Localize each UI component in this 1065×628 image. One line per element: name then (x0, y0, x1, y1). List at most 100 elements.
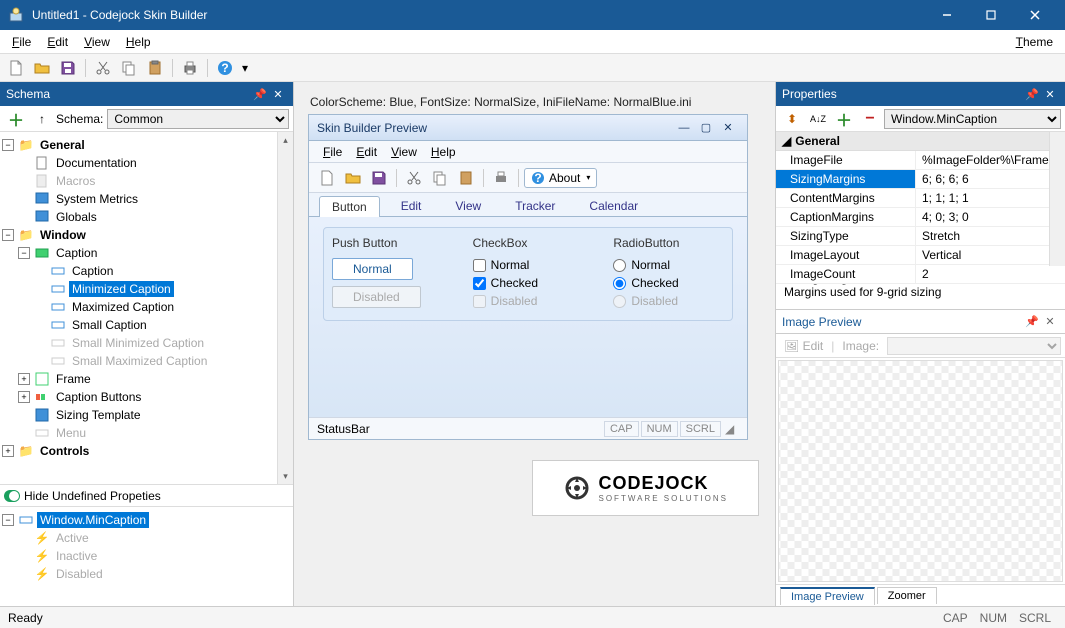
scroll-down-icon[interactable]: ▾ (278, 468, 293, 484)
tree-small-caption[interactable]: Small Caption (69, 317, 150, 333)
tree-minimized-caption[interactable]: Minimized Caption (69, 281, 174, 297)
state-disabled[interactable]: Disabled (53, 566, 106, 582)
tree-system-metrics[interactable]: System Metrics (53, 191, 141, 207)
tree-sizing-template[interactable]: Sizing Template (53, 407, 144, 423)
tab-tracker[interactable]: Tracker (502, 195, 568, 216)
preview-menu-edit[interactable]: Edit (350, 143, 383, 161)
menu-file[interactable]: File (4, 32, 39, 52)
tree-small-min-caption[interactable]: Small Minimized Caption (69, 335, 207, 351)
tree-globals[interactable]: Globals (53, 209, 100, 225)
preview-minimize-icon[interactable]: — (673, 122, 695, 134)
state-root[interactable]: Window.MinCaption (37, 512, 149, 528)
tab-zoomer[interactable]: Zoomer (877, 587, 937, 604)
preview-menu-help[interactable]: Help (425, 143, 462, 161)
sort-alpha-icon[interactable]: A↓Z (806, 108, 830, 130)
radio-checked[interactable]: Checked (613, 276, 724, 290)
preview-maximize-icon[interactable]: ▢ (695, 121, 717, 134)
cut-icon[interactable] (91, 57, 115, 79)
prop-sizingmargins-input[interactable] (922, 172, 1059, 186)
state-inactive[interactable]: Inactive (53, 548, 100, 564)
menu-help[interactable]: Help (118, 32, 159, 52)
normal-button[interactable]: Normal (332, 258, 413, 280)
help-icon[interactable]: ? (213, 57, 237, 79)
tree-general[interactable]: General (37, 137, 88, 153)
preview-menu-view[interactable]: View (385, 143, 423, 161)
paste-icon[interactable] (143, 57, 167, 79)
expander-icon[interactable]: + (18, 391, 30, 403)
copy-icon[interactable] (117, 57, 141, 79)
group-general[interactable]: ◢General (776, 132, 1065, 151)
tab-image-preview[interactable]: Image Preview (780, 587, 875, 605)
minimize-button[interactable] (925, 0, 969, 30)
maximize-button[interactable] (969, 0, 1013, 30)
open-folder-icon[interactable] (30, 57, 54, 79)
prop-imagefile-val[interactable]: %ImageFolder%\Frame (916, 151, 1065, 169)
tab-calendar[interactable]: Calendar (576, 195, 651, 216)
scrollbar[interactable]: ▴ ▾ (277, 132, 293, 484)
tab-view[interactable]: View (442, 195, 494, 216)
pin-icon[interactable]: 📌 (251, 85, 269, 103)
prop-captionmargins-val[interactable]: 4; 0; 3; 0 (916, 208, 1065, 226)
preview-paste-icon[interactable] (454, 167, 478, 189)
new-file-icon[interactable] (4, 57, 28, 79)
image-select[interactable] (887, 337, 1061, 355)
menu-theme[interactable]: Theme (1008, 32, 1061, 52)
expander-icon[interactable]: − (2, 514, 14, 526)
expander-icon[interactable]: − (18, 247, 30, 259)
scroll-up-icon[interactable]: ▴ (278, 132, 293, 148)
remove-prop-icon[interactable]: − (858, 108, 882, 130)
tree-small-max-caption[interactable]: Small Maximized Caption (69, 353, 210, 369)
add-prop-icon[interactable]: ＋ (832, 108, 856, 130)
prop-imagelayout-val[interactable]: Vertical (916, 246, 1065, 264)
tree-frame[interactable]: Frame (53, 371, 94, 387)
preview-new-icon[interactable] (315, 167, 339, 189)
pin-icon[interactable]: 📌 (1023, 313, 1041, 331)
schema-select[interactable]: Common (107, 109, 289, 129)
expander-icon[interactable]: − (2, 229, 14, 241)
close-button[interactable] (1013, 0, 1057, 30)
menu-view[interactable]: View (76, 32, 118, 52)
save-icon[interactable] (56, 57, 80, 79)
properties-scrollbar[interactable] (1049, 132, 1065, 266)
tree-window[interactable]: Window (37, 227, 89, 243)
pin-icon[interactable]: 📌 (1023, 85, 1041, 103)
tree-caption[interactable]: Caption (53, 245, 100, 261)
resize-grip-icon[interactable]: ◢ (725, 422, 739, 436)
expander-icon[interactable]: + (2, 445, 14, 457)
preview-close-icon[interactable]: ✕ (717, 121, 739, 134)
radio-normal[interactable]: Normal (613, 258, 724, 272)
state-active[interactable]: Active (53, 530, 92, 546)
toggle-switch[interactable] (4, 490, 20, 502)
about-button[interactable]: ? About ▾ (524, 168, 597, 188)
prop-sizingtype-key[interactable]: SizingType (776, 227, 916, 245)
menu-edit[interactable]: Edit (39, 32, 76, 52)
close-panel-icon[interactable]: ✕ (1041, 313, 1059, 331)
preview-open-icon[interactable] (341, 167, 365, 189)
prop-contentmargins-key[interactable]: ContentMargins (776, 189, 916, 207)
tree-maximized-caption[interactable]: Maximized Caption (69, 299, 177, 315)
close-panel-icon[interactable]: ✕ (269, 85, 287, 103)
up-arrow-icon[interactable]: ↑ (30, 108, 54, 130)
help-dropdown-icon[interactable]: ▾ (239, 57, 251, 79)
preview-save-icon[interactable] (367, 167, 391, 189)
prop-imagelayout-key[interactable]: ImageLayout (776, 246, 916, 264)
prop-contentmargins-val[interactable]: 1; 1; 1; 1 (916, 189, 1065, 207)
print-icon[interactable] (178, 57, 202, 79)
tree-macros[interactable]: Macros (53, 173, 98, 189)
prop-captionmargins-key[interactable]: CaptionMargins (776, 208, 916, 226)
expander-icon[interactable]: − (2, 139, 14, 151)
preview-menu-file[interactable]: File (317, 143, 348, 161)
prop-imagecount-val[interactable]: 2 (916, 265, 1065, 283)
close-panel-icon[interactable]: ✕ (1041, 85, 1059, 103)
tree-caption-buttons[interactable]: Caption Buttons (53, 389, 144, 405)
add-icon[interactable]: ＋ (4, 108, 28, 130)
tree-menu[interactable]: Menu (53, 425, 89, 441)
prop-imagecount-key[interactable]: ImageCount (776, 265, 916, 283)
checkbox-checked[interactable]: Checked (473, 276, 584, 290)
checkbox-normal[interactable]: Normal (473, 258, 584, 272)
tree-controls[interactable]: Controls (37, 443, 92, 459)
preview-copy-icon[interactable] (428, 167, 452, 189)
tab-button[interactable]: Button (319, 196, 380, 217)
expander-icon[interactable]: + (18, 373, 30, 385)
prop-imagefile-key[interactable]: ImageFile (776, 151, 916, 169)
